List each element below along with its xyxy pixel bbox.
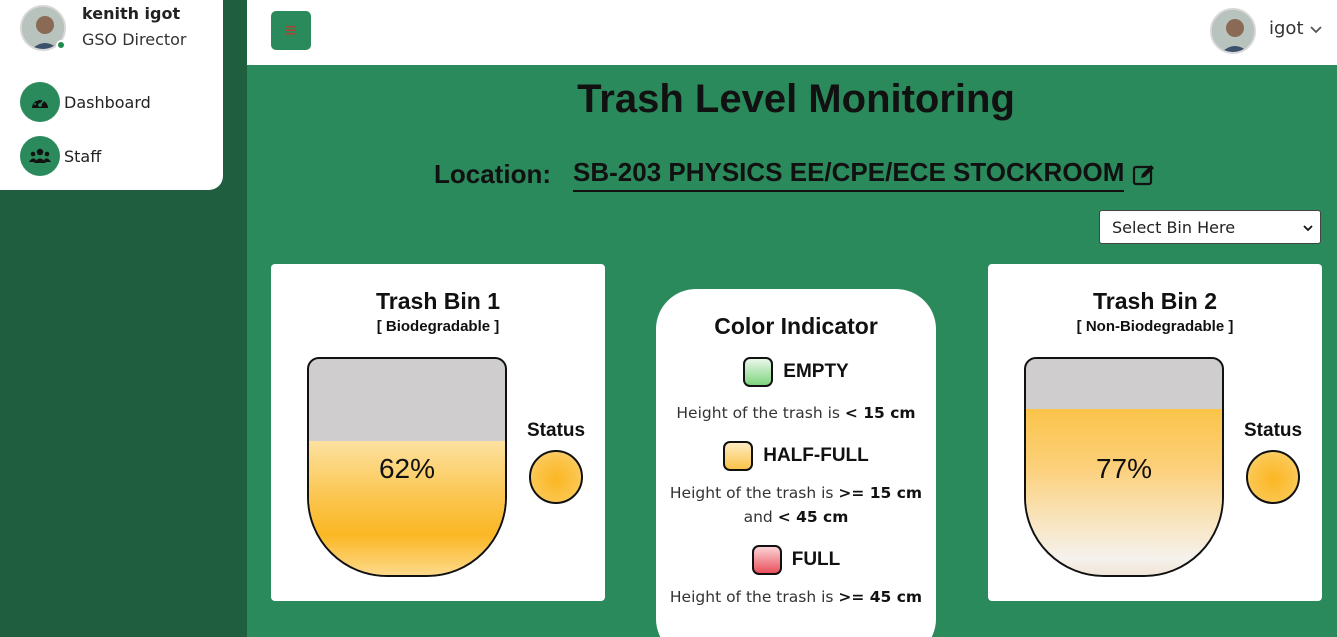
legend-item-empty: EMPTY	[656, 357, 936, 387]
legend-desc-text: Height of the trash is	[669, 588, 839, 606]
bin-title: Trash Bin 1	[376, 288, 500, 314]
user-avatar[interactable]	[1210, 8, 1256, 54]
legend-desc-text: and	[743, 508, 778, 526]
trash-bin-card: Trash Bin 1 [ Biodegradable ] 62% Status	[271, 264, 605, 601]
gauge-icon	[20, 82, 60, 122]
sidebar-item-label: Staff	[64, 146, 102, 166]
bin-percent: 62%	[378, 453, 436, 484]
sidebar-item-staff[interactable]: Staff	[20, 136, 101, 176]
legend-desc-text: Height of the trash is	[669, 484, 839, 502]
chevron-down-icon	[1303, 225, 1313, 232]
legend-swatch	[743, 357, 774, 387]
sidebar-item-label: Dashboard	[64, 92, 151, 112]
location-label: Location:	[434, 159, 551, 189]
legend-desc-value: < 15 cm	[844, 404, 916, 422]
status-label: Status	[1244, 420, 1303, 441]
bin-select-value: Select Bin Here	[1112, 217, 1236, 237]
legend-desc: Height of the trash is >= 45 cm	[656, 585, 936, 609]
bin-fill	[1026, 408, 1222, 575]
bin-select[interactable]: Select Bin Here	[1099, 210, 1321, 244]
legend-name: HALF-FULL	[763, 445, 869, 466]
users-icon	[20, 136, 60, 176]
user-menu-name[interactable]: igot	[1269, 18, 1304, 39]
sidebar-item-dashboard[interactable]: Dashboard	[20, 82, 151, 122]
bin-type: [ Non-Biodegradable ]	[1076, 318, 1234, 335]
status-label: Status	[527, 420, 586, 441]
top-header: ≡ igot	[247, 0, 1337, 65]
hamburger-icon: ≡	[285, 19, 297, 42]
bin-level-graphic: 77%	[1024, 357, 1224, 577]
profile-role: GSO Director	[82, 30, 187, 49]
chevron-down-icon[interactable]	[1309, 22, 1323, 36]
legend-desc-value: >= 45 cm	[838, 588, 923, 606]
sidebar: kenith igot GSO Director Dashboard Staff	[0, 0, 247, 637]
bin-level-graphic: 62%	[307, 357, 507, 577]
color-indicator-card: Color Indicator EMPTY Height of the tras…	[656, 289, 936, 637]
menu-toggle-button[interactable]: ≡	[271, 11, 311, 50]
bin-percent: 77%	[1095, 453, 1153, 484]
profile-name: kenith igot	[82, 4, 181, 23]
online-indicator	[56, 40, 66, 50]
legend-item-half-full: HALF-FULL	[656, 441, 936, 471]
legend-name: FULL	[791, 549, 841, 570]
main-content: Trash Level Monitoring Location: SB-203 …	[247, 65, 1337, 637]
legend-desc-value: >= 15 cm	[838, 484, 923, 502]
legend-desc-value: < 45 cm	[777, 508, 849, 526]
sidebar-panel: kenith igot GSO Director Dashboard Staff	[0, 0, 223, 190]
trash-bin-card: Trash Bin 2 [ Non-Biodegradable ] 77% St…	[988, 264, 1322, 601]
legend-desc: Height of the trash is < 15 cm	[656, 401, 936, 425]
page-title: Trash Level Monitoring	[577, 77, 1015, 121]
bin-type: [ Biodegradable ]	[376, 318, 500, 335]
legend-title: Color Indicator	[714, 313, 878, 339]
status-indicator	[1246, 450, 1300, 504]
legend-swatch	[723, 441, 754, 471]
legend-item-full: FULL	[656, 545, 936, 575]
edit-icon[interactable]	[1132, 163, 1156, 187]
legend-desc-text: Height of the trash is	[676, 404, 845, 422]
legend-name: EMPTY	[783, 361, 849, 382]
status-indicator	[529, 450, 583, 504]
location-value: SB-203 PHYSICS EE/CPE/ECE STOCKROOM	[573, 157, 1125, 192]
legend-desc: Height of the trash is >= 15 cm and < 45…	[656, 481, 936, 529]
legend-swatch	[751, 545, 782, 575]
location-row: Location: SB-203 PHYSICS EE/CPE/ECE STOC…	[434, 157, 1156, 192]
bin-title: Trash Bin 2	[1093, 288, 1217, 314]
